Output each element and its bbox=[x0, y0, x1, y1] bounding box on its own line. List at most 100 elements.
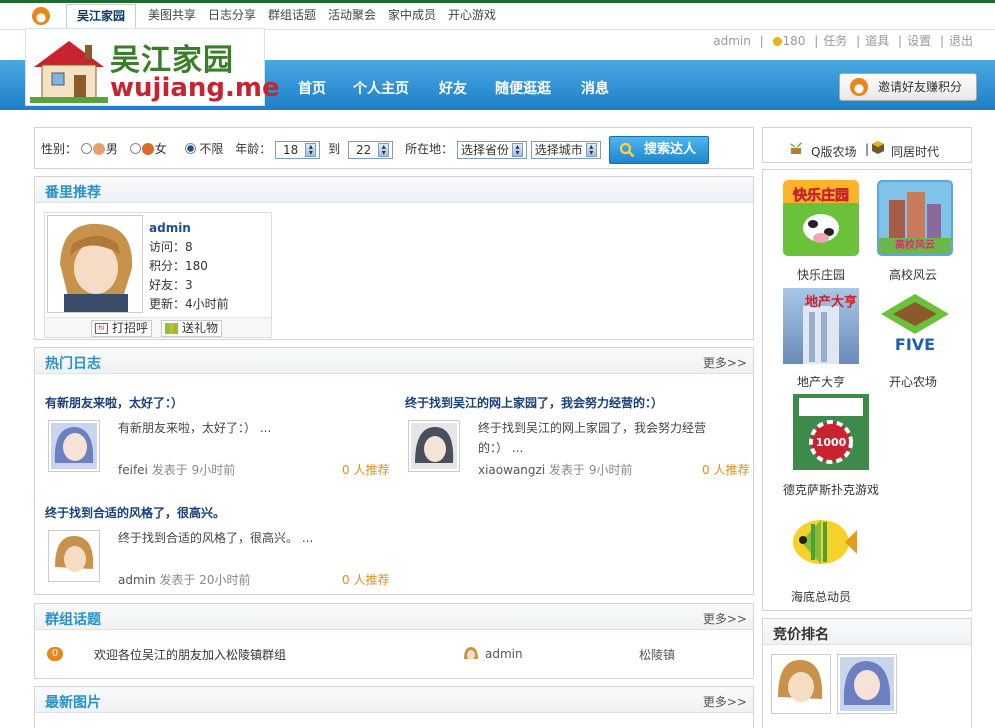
search-button-label: 搜索达人 bbox=[644, 142, 697, 157]
user-updated: 更新：4小时前 bbox=[149, 297, 229, 311]
search-panel: 性别： 男 女 不限 年龄： 18 ▴ ▾ 到 22 ▴ ▾ 所在地： 选择省份 ▴ ▾ 选… bbox=[34, 127, 754, 169]
props-link[interactable]: 道具 bbox=[865, 34, 889, 48]
tab-events[interactable]: 活动聚会 bbox=[328, 4, 376, 30]
coin-icon bbox=[772, 37, 782, 46]
blog-author-avatar[interactable] bbox=[48, 420, 100, 472]
username-link[interactable]: admin bbox=[713, 34, 751, 48]
tycoon-app-icon[interactable]: 地产大亨 bbox=[783, 288, 859, 364]
site-icon[interactable] bbox=[32, 7, 50, 25]
blog-title[interactable]: 有新朋友来啦，太好了：） bbox=[45, 394, 183, 411]
apps-panel: 快乐庄园 快乐庄园 高校风云 高校风云 地产大亨 地产大亨 FIVE 开心农场 … bbox=[762, 169, 972, 611]
farm-link[interactable]: Q版农场 bbox=[811, 143, 856, 160]
logout-link[interactable]: 退出 bbox=[949, 34, 973, 48]
groups-header: 群组话题 更多>> bbox=[35, 604, 753, 630]
female-label: 女 bbox=[154, 142, 167, 156]
user-links: admin | 180 | 任务 | 道具 | 设置 | 退出 bbox=[713, 34, 973, 48]
poker-app-icon[interactable]: 1000 bbox=[793, 394, 869, 470]
recommend-title: 番里推荐 bbox=[45, 185, 101, 201]
female-icon bbox=[141, 143, 154, 155]
age-from-select[interactable]: 18 ▴ ▾ bbox=[275, 140, 321, 159]
user-points: 积分：180 bbox=[149, 259, 208, 273]
search-icon bbox=[619, 142, 635, 158]
author-avatar-icon bbox=[463, 646, 479, 662]
blog-recommend-count: 0 人推荐 bbox=[342, 573, 390, 587]
card-actions: hi 打招呼 送礼物 bbox=[45, 317, 271, 337]
blog-author[interactable]: admin bbox=[118, 573, 156, 587]
topic-group[interactable]: 松陵镇 bbox=[639, 646, 675, 663]
tab-blogs[interactable]: 日志分享 bbox=[208, 4, 256, 30]
search-button[interactable]: 搜索达人 bbox=[609, 136, 709, 164]
user-info: admin 访问：8 积分：180 好友：3 更新：4小时前 bbox=[149, 219, 229, 314]
user-avatar[interactable] bbox=[47, 215, 143, 313]
topic-link[interactable]: 欢迎各位吴江的朋友加入松陵镇群组 bbox=[94, 646, 286, 663]
recommend-panel: 番里推荐 admin 访问：8 积分：180 好友：3 更新：4小时前 hi 打招… bbox=[34, 176, 754, 340]
blog-recommend-count: 0 人推荐 bbox=[702, 463, 750, 477]
gift-button[interactable]: 送礼物 bbox=[161, 320, 223, 337]
groups-more-link[interactable]: 更多>> bbox=[703, 610, 747, 627]
invite-button[interactable]: 邀请好友赚积分 bbox=[839, 73, 977, 101]
male-icon bbox=[92, 143, 105, 155]
user-friends: 好友：3 bbox=[149, 278, 193, 292]
male-radio[interactable] bbox=[80, 143, 92, 154]
ranked-user-avatar[interactable] bbox=[771, 654, 831, 714]
box-icon bbox=[871, 140, 885, 154]
photos-header: 最新图片 更多>> bbox=[35, 687, 753, 713]
nav-profile[interactable]: 个人主页 bbox=[353, 78, 409, 98]
happy-farm-app-icon[interactable]: FIVE bbox=[877, 288, 953, 364]
app-label[interactable]: 高校风云 bbox=[858, 266, 968, 283]
svg-text:快乐庄园: 快乐庄园 bbox=[793, 187, 849, 204]
settings-link[interactable]: 设置 bbox=[907, 34, 931, 48]
any-label: 不限 bbox=[199, 142, 224, 156]
happy-manor-app-icon[interactable]: 快乐庄园 bbox=[783, 180, 859, 256]
female-radio[interactable] bbox=[129, 143, 141, 154]
search-form: 性别： 男 女 不限 年龄： 18 ▴ ▾ 到 22 ▴ ▾ 所在地： 选择省份 ▴ ▾ 选… bbox=[41, 140, 601, 159]
nav-explore[interactable]: 随便逛逛 bbox=[495, 78, 551, 98]
blog-author[interactable]: xiaowangzi bbox=[478, 463, 545, 477]
hi-icon: hi bbox=[95, 323, 108, 334]
coins-count: 180 bbox=[782, 34, 806, 48]
blog-title[interactable]: 终于找到合适的风格了，很高兴。 bbox=[45, 504, 225, 521]
tab-home[interactable]: 吴江家园 bbox=[66, 4, 136, 30]
tab-members[interactable]: 家中成员 bbox=[388, 4, 436, 30]
greet-button[interactable]: hi 打招呼 bbox=[91, 320, 153, 337]
tab-photos[interactable]: 美图共享 bbox=[148, 4, 196, 30]
age-label: 年龄： bbox=[235, 142, 272, 156]
recommend-header: 番里推荐 bbox=[35, 177, 753, 203]
app-label[interactable]: 开心农场 bbox=[858, 373, 968, 390]
link-separator: | bbox=[865, 142, 870, 156]
invite-icon bbox=[850, 78, 868, 96]
tab-groups[interactable]: 群组话题 bbox=[268, 4, 316, 30]
blogs-more-link[interactable]: 更多>> bbox=[703, 354, 747, 371]
nav-home[interactable]: 首页 bbox=[298, 78, 326, 98]
blog-author-avatar[interactable] bbox=[408, 420, 460, 472]
tasks-link[interactable]: 任务 bbox=[823, 34, 847, 48]
neighbors-link[interactable]: 同居时代 bbox=[891, 143, 939, 160]
bid-ranking-panel: 竞价排名 bbox=[762, 618, 972, 728]
city-select[interactable]: 选择城市 ▴ ▾ bbox=[530, 140, 601, 159]
province-select[interactable]: 选择省份 ▴ ▾ bbox=[456, 140, 527, 159]
fish-app-icon[interactable] bbox=[783, 502, 859, 578]
user-name[interactable]: admin bbox=[149, 219, 229, 238]
latest-photos-panel: 最新图片 更多>> bbox=[34, 686, 754, 728]
site-logo[interactable]: 吴江家园 wujiang.me bbox=[25, 28, 280, 106]
tab-games[interactable]: 开心游戏 bbox=[448, 4, 496, 30]
photos-more-link[interactable]: 更多>> bbox=[703, 693, 747, 710]
age-to-select[interactable]: 22 ▴ ▾ bbox=[348, 140, 394, 159]
nav-friends[interactable]: 好友 bbox=[439, 78, 467, 98]
any-radio[interactable] bbox=[184, 143, 196, 154]
blog-author[interactable]: feifei bbox=[118, 463, 148, 477]
blog-excerpt: 终于找到合适的风格了，很高兴。 ... bbox=[118, 531, 314, 545]
ranked-user-avatar[interactable] bbox=[837, 654, 897, 714]
topic-author[interactable]: admin bbox=[485, 647, 523, 661]
bid-title: 竞价排名 bbox=[773, 627, 829, 643]
male-label: 男 bbox=[105, 142, 118, 156]
app-quick-links: Q版农场 | 同居时代 bbox=[762, 127, 972, 163]
gift-icon bbox=[165, 323, 178, 334]
blog-author-avatar[interactable] bbox=[48, 530, 100, 582]
app-label[interactable]: 海底总动员 bbox=[766, 588, 876, 605]
nav-messages[interactable]: 消息 bbox=[581, 78, 609, 98]
blog-excerpt: 终于找到吴江的网上家园了，我会努力经营 的：） ... bbox=[478, 421, 707, 455]
blog-title[interactable]: 终于找到吴江的网上家园了，我会努力经营的：） bbox=[405, 394, 663, 411]
app-label[interactable]: 德克萨斯扑克游戏 bbox=[776, 481, 886, 498]
campus-app-icon[interactable]: 高校风云 bbox=[877, 180, 953, 256]
